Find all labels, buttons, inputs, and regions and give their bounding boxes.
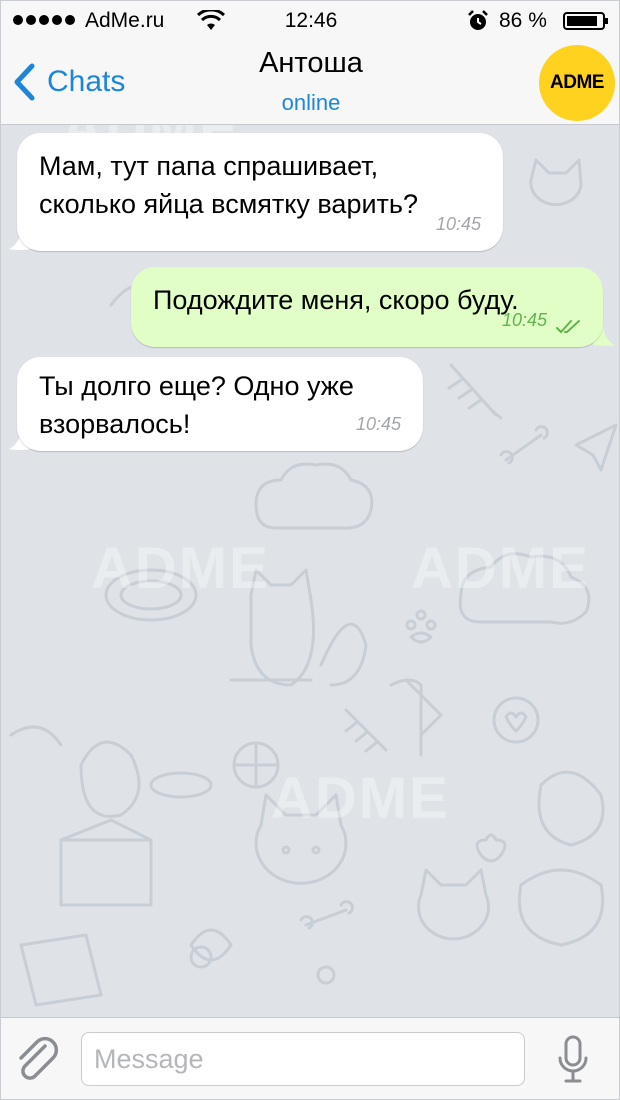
message-text: взорвалось! [39,409,191,439]
contact-name[interactable]: Антоша [1,47,619,80]
message-list[interactable]: ADME ADME ADME ADME Мам, тут папа спраши… [1,125,619,1017]
message-bubble-incoming[interactable]: Ты долго еще? Одно уже взорвалось! 10:45 [17,357,423,451]
message-time: 10:45 [435,214,481,234]
chat-wallpaper [9,158,618,1007]
microphone-icon[interactable] [555,1034,591,1086]
message-bubble-outgoing[interactable]: Подождите меня, скоро буду. 10:45 [131,267,603,347]
battery-percent: 86 % [499,9,547,32]
message-bubble-incoming[interactable]: Мам, тут папа спрашивает, сколько яйца в… [17,133,503,251]
chat-header: Chats Антоша online ADME [1,41,619,125]
message-time: 10:45 [501,310,547,330]
message-text: Мам, тут папа спрашивает, [39,151,379,181]
message-input[interactable] [81,1032,525,1086]
message-time: 10:45 [355,414,401,434]
message-text: сколько яйца всмятку варить? [39,189,418,219]
alarm-icon [468,10,488,30]
status-bar: AdMe.ru 12:46 86 % [1,1,619,41]
contact-avatar[interactable]: ADME [539,45,615,121]
phone-screen: AdMe.ru 12:46 86 % Chats Антоша online A… [0,0,620,1100]
message-composer [1,1017,619,1099]
double-check-icon [556,320,580,334]
battery-icon [563,12,608,30]
contact-status: online [281,90,341,115]
message-text: Ты долго еще? Одно уже [39,371,354,401]
paperclip-icon[interactable] [15,1036,59,1084]
